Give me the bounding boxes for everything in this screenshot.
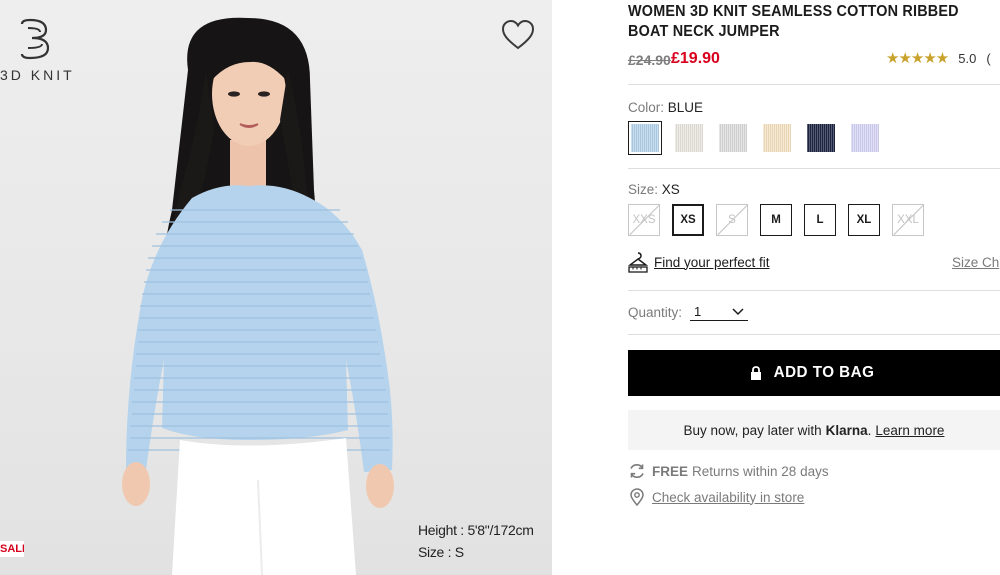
original-price: £24.90	[628, 52, 671, 68]
lock-icon	[751, 365, 762, 380]
size-chart-link[interactable]: Size Ch	[952, 255, 999, 270]
color-swatches	[628, 121, 892, 155]
divider	[628, 290, 1000, 291]
hanger-ruler-icon	[628, 252, 648, 273]
klarna-text: Buy now, pay later with	[683, 422, 822, 438]
swatch-purple[interactable]	[848, 121, 882, 155]
check-store-link[interactable]: Check availability in store	[652, 490, 804, 505]
rating-count: (	[986, 50, 991, 66]
fit-row: Find your perfect fit Size Ch	[628, 250, 1000, 274]
3d-knit-logo-icon	[20, 18, 50, 60]
quantity-value: 1	[694, 304, 702, 319]
divider	[628, 168, 1000, 169]
model-illustration	[122, 17, 394, 575]
returns-bold: FREE	[652, 463, 689, 479]
klarna-brand: Klarna	[825, 422, 868, 438]
swatch-navy[interactable]	[804, 121, 838, 155]
add-to-bag-label: ADD TO BAG	[774, 364, 875, 381]
size-options: XXS XS S M L XL XXL	[628, 204, 936, 236]
find-fit-link[interactable]: Find your perfect fit	[654, 255, 770, 270]
heart-icon[interactable]	[500, 18, 536, 52]
divider	[628, 84, 1000, 85]
selected-color: BLUE	[667, 100, 704, 115]
location-pin-icon	[630, 488, 644, 506]
product-title: WOMEN 3D KNIT SEAMLESS COTTON RIBBED BOA…	[628, 3, 959, 40]
store-availability: Check availability in store	[628, 488, 804, 506]
refresh-icon	[630, 464, 644, 478]
free-returns: FREE Returns within 28 days	[628, 462, 829, 480]
swatch-off-white[interactable]	[672, 121, 706, 155]
model-caption: Height : 5'8"/172cm Size : S	[418, 519, 534, 563]
rating-value: 5.0	[958, 50, 977, 66]
product-image: 3D KNIT Height: 5'8"/172cm Size: S SAL	[0, 0, 552, 575]
quantity-label: Quantity:	[628, 305, 683, 320]
quantity-select[interactable]: 1	[690, 303, 748, 321]
size-xxs-button[interactable]: XXS	[628, 204, 660, 236]
klarna-banner: Buy now, pay later with Klarna. Learn mo…	[628, 410, 1000, 450]
add-to-bag-button[interactable]: ADD TO BAG	[628, 350, 1000, 396]
logo-text: 3D KNIT	[0, 67, 75, 83]
size-xl-button[interactable]: XL	[848, 204, 880, 236]
size-xxl-button[interactable]: XXL	[892, 204, 924, 236]
color-label: Color: BLUE	[628, 100, 704, 115]
learn-more-link[interactable]: Learn more	[875, 423, 944, 438]
chevron-down-icon	[732, 307, 744, 315]
sale-price: £19.90	[671, 50, 720, 67]
caption-size: Size : S	[418, 544, 464, 560]
swatch-light-gray[interactable]	[716, 121, 750, 155]
swatch-blue[interactable]	[628, 121, 662, 155]
size-m-button[interactable]: M	[760, 204, 792, 236]
size-s-button[interactable]: S	[716, 204, 748, 236]
caption-height: Height : 5'8"/172cm	[418, 522, 534, 538]
swatch-natural[interactable]	[760, 121, 794, 155]
rating[interactable]: ★★★★★ 5.0 (	[886, 49, 991, 67]
size-label: Size: XS	[628, 182, 680, 197]
size-l-button[interactable]: L	[804, 204, 836, 236]
selected-size: XS	[661, 182, 680, 197]
klarna-period: .	[867, 422, 872, 438]
size-xs-button[interactable]: XS	[672, 204, 704, 236]
product-details-panel: WOMEN 3D KNIT SEAMLESS COTTON RIBBED BOA…	[628, 0, 1000, 575]
divider	[628, 334, 1000, 335]
sale-badge: SALE	[0, 541, 24, 557]
star-rating-icon: ★★★★★	[886, 50, 949, 67]
returns-text: Returns within 28 days	[692, 463, 829, 479]
